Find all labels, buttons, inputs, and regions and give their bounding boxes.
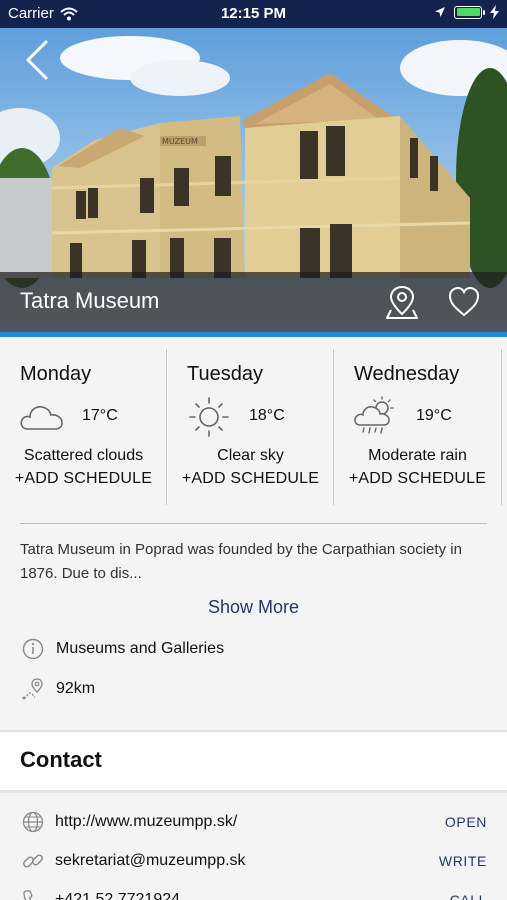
map-pin-icon[interactable] (385, 284, 419, 320)
clock: 12:15 PM (220, 5, 287, 22)
open-website-button[interactable]: OPEN (445, 814, 487, 830)
weather-scroll-edge (501, 349, 502, 505)
add-schedule-button[interactable]: +ADD SCHEDULE (0, 470, 167, 488)
contact-divider (0, 790, 507, 793)
weather-day-monday: Monday 17°C Scattered clouds +ADD SCHEDU… (0, 337, 167, 507)
battery-icon (454, 5, 485, 19)
phone-icon (23, 890, 33, 900)
contact-phone-row: +421 52 7721924 CALL (20, 887, 487, 900)
weather-day-tuesday: Tuesday 18°C Clear sky +ADD SCHEDULE (167, 337, 334, 507)
day-name: Tuesday (187, 363, 263, 385)
contact-header: Contact (0, 732, 507, 790)
add-schedule-button[interactable]: +ADD SCHEDULE (167, 470, 334, 488)
divider (20, 523, 487, 524)
charging-bolt-icon (490, 5, 499, 19)
website-url[interactable]: http://www.muzeumpp.sk/ (55, 813, 445, 831)
weather-description: Scattered clouds (23, 447, 144, 464)
weather-description: Clear sky (217, 447, 284, 464)
weather-description: Moderate rain (368, 447, 467, 464)
link-icon (23, 854, 43, 868)
info-icon (22, 638, 44, 660)
cloud-icon (20, 406, 63, 430)
contact-website-row: http://www.muzeumpp.sk/ OPEN (20, 809, 487, 835)
place-description: Tatra Museum in Poprad was founded by th… (20, 541, 462, 582)
sun-icon (189, 397, 229, 437)
heart-icon[interactable] (447, 286, 481, 318)
rain-sun-icon (354, 396, 394, 434)
write-email-button[interactable]: WRITE (439, 853, 487, 869)
building-sign: MUZEUM (162, 137, 198, 146)
day-name: Wednesday (354, 363, 460, 385)
contact-title: Contact (20, 747, 102, 772)
contact-email-row: sekretariat@muzeumpp.sk WRITE (20, 848, 487, 874)
temperature: 19°C (416, 407, 452, 424)
status-bar: Carrier 12:15 PM (0, 0, 507, 28)
hero-title-bar: Tatra Museum (0, 272, 507, 332)
place-title: Tatra Museum (20, 288, 160, 313)
add-schedule-button[interactable]: +ADD SCHEDULE (334, 470, 501, 488)
weather-forecast: Monday 17°C Scattered clouds +ADD SCHEDU… (0, 337, 507, 507)
day-name: Monday (20, 363, 92, 385)
distance-row: 92km (20, 676, 95, 702)
call-button[interactable]: CALL (450, 892, 487, 900)
distance-pin-icon (22, 678, 43, 700)
hero-image: MUZEUM Tatra Museum (0, 28, 507, 332)
distance-label: 92km (56, 680, 96, 697)
globe-icon (22, 811, 44, 833)
back-chevron-icon[interactable] (20, 38, 54, 82)
show-more-button[interactable]: Show More (0, 597, 507, 618)
weather-day-wednesday: Wednesday 19°C Moderate rain +ADD SCHEDU… (334, 337, 501, 507)
temperature: 17°C (82, 407, 118, 424)
temperature: 18°C (249, 407, 285, 424)
email-address[interactable]: sekretariat@muzeumpp.sk (55, 852, 439, 870)
category-label: Museums and Galleries (56, 640, 225, 657)
location-arrow-icon (435, 7, 445, 17)
phone-number[interactable]: +421 52 7721924 (55, 891, 450, 900)
category-row: Museums and Galleries (20, 636, 224, 662)
